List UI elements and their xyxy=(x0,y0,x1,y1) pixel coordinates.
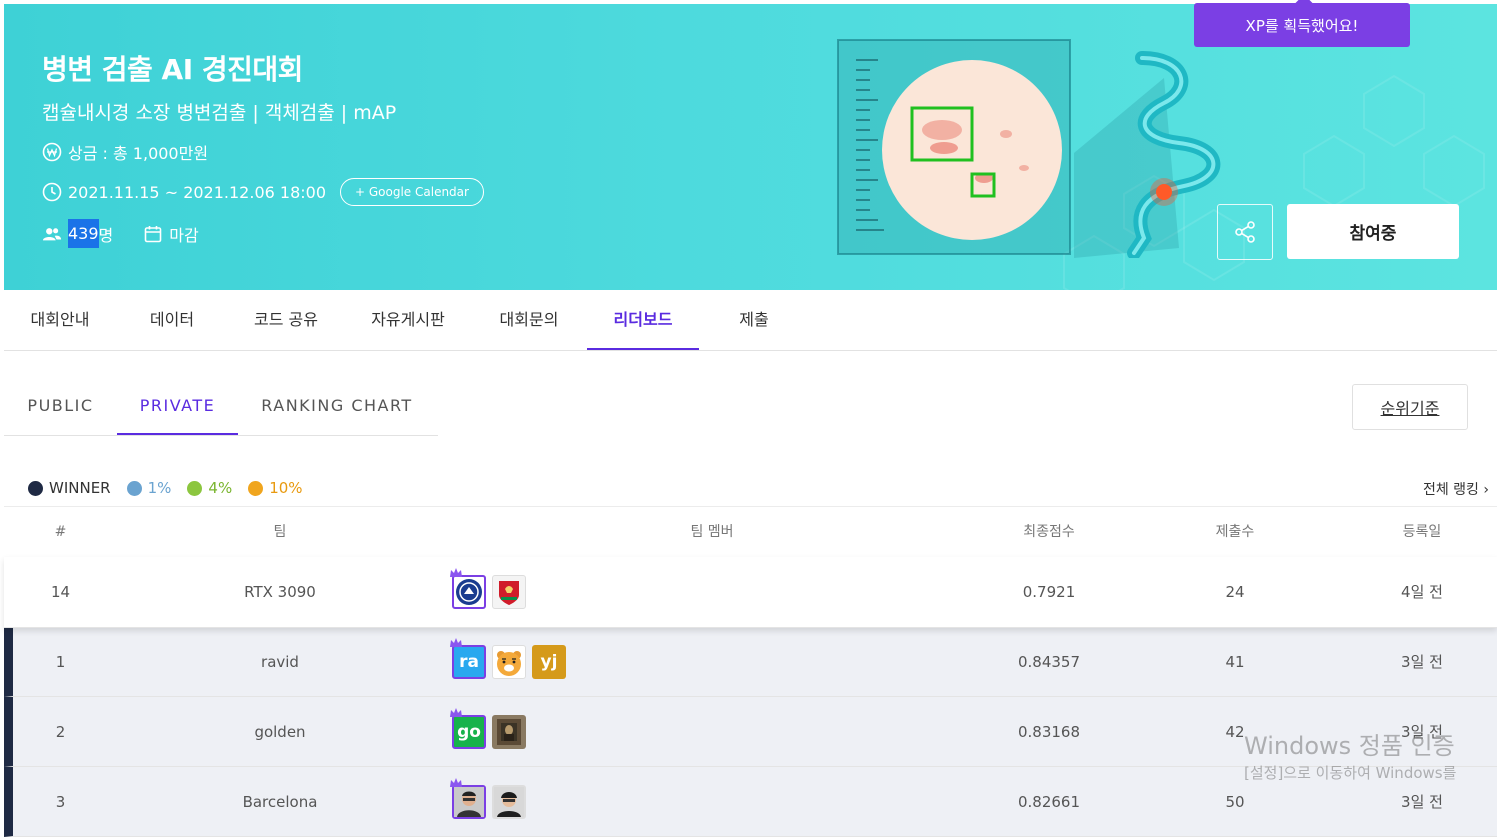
member-avatar[interactable]: ra xyxy=(450,638,486,679)
member-list xyxy=(450,557,532,627)
member-avatar[interactable] xyxy=(492,715,526,749)
member-avatar[interactable] xyxy=(450,778,486,819)
subtab-ranking-chart[interactable]: RANKING CHART xyxy=(238,376,436,435)
crown-icon xyxy=(450,708,462,717)
participants-info: 439 명 마감 xyxy=(42,219,199,248)
rank-cell: 1 xyxy=(55,653,66,671)
legend-dot xyxy=(28,480,43,496)
share-icon xyxy=(1235,221,1255,243)
legend-10pct: 10% xyxy=(248,479,303,497)
crown-icon xyxy=(450,638,462,647)
full-ranking-link[interactable]: 전체 랭킹 › xyxy=(1423,479,1489,499)
tab-forum[interactable]: 자유게시판 xyxy=(344,290,472,350)
member-avatar[interactable] xyxy=(492,785,526,819)
endoscopy-illustration xyxy=(837,39,1221,258)
period-info: 2021.11.15 ~ 2021.12.06 18:00 + Google C… xyxy=(42,178,484,206)
tab-overview[interactable]: 대회안내 xyxy=(4,290,116,350)
share-button[interactable] xyxy=(1217,204,1273,260)
legend-dot xyxy=(248,480,264,496)
rank-legend: WINNER 1% 4% 10% xyxy=(28,479,319,497)
prize-info: 상금 : 총 1,000만원 xyxy=(42,140,208,164)
member-list: ra yj xyxy=(450,627,572,697)
legend-winner: WINNER xyxy=(28,479,111,497)
col-team: 팀 xyxy=(273,524,287,540)
calendar-icon xyxy=(143,224,163,244)
subtab-private[interactable]: PRIVATE xyxy=(117,376,238,435)
clock-icon xyxy=(42,182,62,202)
users-icon xyxy=(42,224,62,244)
participant-count: 439 xyxy=(68,219,99,248)
team-cell[interactable]: ravid xyxy=(184,627,376,697)
member-avatar[interactable]: yj xyxy=(532,645,566,679)
member-avatar[interactable]: go xyxy=(450,708,486,749)
member-avatar[interactable] xyxy=(492,575,526,609)
table-header: # 팀 팀 멤버 최종점수 제출수 등록일 xyxy=(4,506,1497,558)
legend-dot xyxy=(126,480,142,496)
windows-activation-hint: [설정]으로 이동하여 Windows를 xyxy=(1244,764,1457,782)
painting-image-icon xyxy=(497,719,521,745)
date-cell: 3일 전 xyxy=(1401,653,1443,671)
member-list: go xyxy=(450,697,532,767)
participant-unit: 명 xyxy=(98,225,114,245)
rank-cell: 3 xyxy=(55,793,66,811)
tab-data[interactable]: 데이터 xyxy=(116,290,228,350)
table-row-my-team[interactable]: 14 RTX 3090 0.7921 24 4일 전 xyxy=(4,557,1497,628)
crown-icon xyxy=(450,568,462,577)
period-text: 2021.11.15 ~ 2021.12.06 18:00 xyxy=(68,182,326,202)
chevron-right-icon: › xyxy=(1483,482,1489,498)
ranking-criteria-button[interactable]: 순위기준 xyxy=(1352,384,1468,430)
status-text: 마감 xyxy=(169,225,199,245)
person-photo-icon xyxy=(494,787,524,817)
team-cell[interactable]: Barcelona xyxy=(184,767,376,837)
windows-activation-watermark: Windows 정품 인증 xyxy=(1244,732,1455,760)
person-photo-icon xyxy=(454,787,484,817)
member-avatar[interactable] xyxy=(450,568,486,609)
competition-tabs: 대회안내 데이터 코드 공유 자유게시판 대회문의 리더보드 제출 xyxy=(4,290,1497,351)
member-list xyxy=(450,767,532,837)
rank-cell: 2 xyxy=(55,723,66,741)
team-cell[interactable]: golden xyxy=(184,697,376,767)
competition-subtitle: 캡슐내시경 소장 병변검출 | 객체검출 | mAP xyxy=(42,102,397,124)
competition-title: 병변 검출 AI 경진대회 xyxy=(42,53,303,86)
member-avatar[interactable] xyxy=(492,645,526,679)
liverpool-badge-icon xyxy=(499,581,519,605)
submits-cell: 41 xyxy=(1225,653,1245,671)
legend-1pct: 1% xyxy=(126,479,171,497)
join-status-button[interactable]: 참여중 xyxy=(1287,204,1459,259)
score-cell: 0.82661 xyxy=(1017,793,1081,811)
col-rank: # xyxy=(54,524,67,540)
legend-dot xyxy=(187,480,203,496)
col-submits: 제출수 xyxy=(1215,524,1255,540)
status-info: 마감 xyxy=(143,222,199,246)
won-icon xyxy=(42,142,62,162)
subtab-public[interactable]: PUBLIC xyxy=(4,376,117,435)
table-row[interactable]: 1 ravid ra yj 0.84357 41 3일 전 xyxy=(4,627,1497,697)
xp-toast: XP를 획득했어요! xyxy=(1194,3,1410,47)
prize-text: 상금 : 총 1,000만원 xyxy=(68,144,209,163)
tab-submit[interactable]: 제출 xyxy=(699,290,809,350)
google-calendar-button[interactable]: + Google Calendar xyxy=(340,178,484,206)
bear-face-icon xyxy=(497,651,521,676)
crown-icon xyxy=(450,778,462,787)
tab-code-share[interactable]: 코드 공유 xyxy=(228,290,344,350)
chelsea-badge-icon xyxy=(456,579,482,605)
score-cell: 0.7921 xyxy=(1022,583,1076,601)
col-date: 등록일 xyxy=(1402,524,1442,540)
date-cell: 4일 전 xyxy=(1401,583,1443,601)
team-cell[interactable]: RTX 3090 xyxy=(184,557,376,627)
submits-cell: 24 xyxy=(1225,583,1245,601)
col-members: 팀 멤버 xyxy=(690,524,734,540)
legend-4pct: 4% xyxy=(187,479,232,497)
tab-inquiry[interactable]: 대회문의 xyxy=(472,290,586,350)
score-cell: 0.83168 xyxy=(1017,723,1081,741)
leaderboard-subtabs: PUBLIC PRIVATE RANKING CHART xyxy=(4,376,438,436)
rank-cell: 14 xyxy=(50,583,71,601)
tab-leaderboard[interactable]: 리더보드 xyxy=(587,290,699,350)
col-score: 최종점수 xyxy=(1023,524,1075,540)
score-cell: 0.84357 xyxy=(1017,653,1081,671)
